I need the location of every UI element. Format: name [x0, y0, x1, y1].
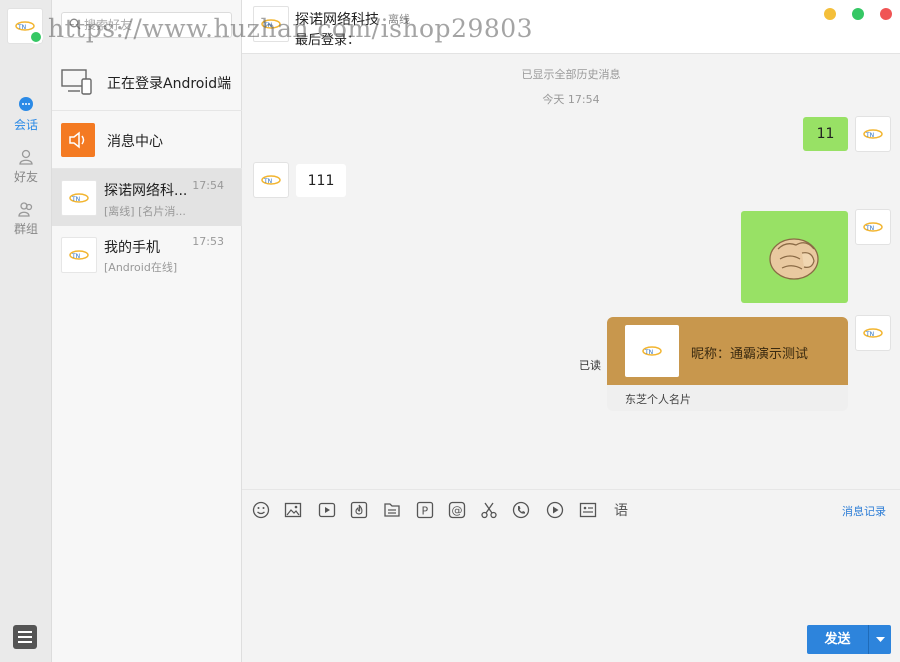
peer-status-tag: 离线	[388, 13, 410, 26]
company-logo-icon: TN	[261, 19, 281, 29]
conversation-preview: [Android在线]	[104, 261, 178, 274]
file-icon[interactable]	[381, 499, 403, 521]
svg-text:TN: TN	[865, 132, 874, 139]
read-receipt: 已读	[579, 359, 601, 372]
device-icon	[61, 69, 92, 95]
nav-item-groups[interactable]: 群组	[0, 200, 52, 237]
my-message-avatar: TN	[855, 116, 891, 152]
conversation-preview: [离线] [名片消...	[104, 205, 186, 218]
message-bubble-outgoing[interactable]: 11	[803, 117, 848, 151]
company-logo-icon: TN	[261, 175, 281, 185]
message-input[interactable]	[242, 530, 900, 618]
conversation-item-my-phone[interactable]: TN 我的手机 17:53 [Android在线]	[52, 226, 242, 283]
card-avatar: TN	[625, 325, 679, 377]
avatar: TN	[61, 237, 97, 273]
company-logo-icon: TN	[863, 222, 883, 232]
scissors-icon[interactable]	[478, 499, 500, 521]
svg-text:TN: TN	[71, 196, 80, 203]
business-card-message[interactable]: TN 昵称：通霸演示测试 东芝个人名片	[607, 317, 848, 411]
history-note: 已显示全部历史消息	[521, 68, 621, 81]
at-icon[interactable]: @	[446, 499, 468, 521]
emoji-icon[interactable]	[250, 499, 272, 521]
nav-label: 会话	[13, 118, 38, 132]
svg-text:TN: TN	[263, 22, 272, 29]
close-button[interactable]	[880, 8, 892, 20]
svg-text:@: @	[452, 504, 463, 517]
nav-item-friends[interactable]: 好友	[0, 148, 52, 185]
nav-label: 好友	[13, 170, 38, 184]
message-bubble-incoming[interactable]: 111	[296, 164, 346, 197]
image-icon[interactable]	[282, 499, 304, 521]
conversation-time: 17:54	[192, 179, 224, 192]
fire-icon[interactable]	[348, 499, 370, 521]
composer-toolbar: P @ 语 消息记录	[242, 489, 900, 529]
nav-item-conversations[interactable]: 会话	[0, 96, 52, 133]
message-history-link[interactable]: 消息记录	[842, 503, 886, 519]
conversation-item-tannuo[interactable]: TN 探诺网络科... 17:54 [离线] [名片消...	[52, 169, 242, 226]
nav-rail: TN 会话 好友 群组	[0, 0, 52, 662]
conversation-name: 消息中心	[107, 134, 163, 150]
my-message-avatar: TN	[855, 209, 891, 245]
parking-icon[interactable]: P	[414, 499, 436, 521]
conversation-item-android-login[interactable]: 正在登录Android端	[52, 54, 242, 111]
play-icon[interactable]	[544, 499, 566, 521]
svg-text:TN: TN	[71, 253, 80, 260]
svg-text:TN: TN	[865, 225, 874, 232]
speaker-icon	[61, 123, 95, 157]
card-icon[interactable]	[577, 499, 599, 521]
conversation-name: 正在登录Android端	[107, 76, 232, 92]
conversation-name: 探诺网络科...	[104, 183, 188, 199]
conversation-item-message-center[interactable]: 消息中心	[52, 111, 242, 169]
peer-avatar[interactable]: TN	[253, 6, 289, 42]
user-icon	[19, 149, 33, 165]
conversation-list: 正在登录Android端 消息中心 TN 探诺网络科... 17:54 [离线]…	[52, 0, 242, 662]
fist-emoji-icon	[768, 238, 819, 280]
company-logo-icon: TN	[69, 193, 89, 203]
minimize-button[interactable]	[824, 8, 836, 20]
online-status-dot	[29, 30, 43, 44]
last-login: 最后登录：	[295, 33, 361, 48]
card-footer: 东芝个人名片	[607, 385, 848, 411]
search-box[interactable]	[61, 12, 232, 38]
group-icon	[18, 202, 33, 217]
card-nickname: 昵称：通霸演示测试	[691, 347, 809, 362]
phone-icon[interactable]	[510, 499, 532, 521]
chat-header: TN 探诺网络科技 离线 最后登录：	[242, 0, 900, 54]
conversation-name: 我的手机	[104, 240, 160, 256]
svg-text:TN: TN	[865, 331, 874, 338]
send-button[interactable]: 发送	[807, 625, 891, 654]
main-menu-button[interactable]	[13, 625, 37, 649]
nav-label: 群组	[13, 222, 38, 236]
peer-message-avatar: TN	[253, 162, 289, 198]
svg-text:P: P	[422, 505, 429, 518]
chat-panel: TN 探诺网络科技 离线 最后登录： 已显示全部历史消息 今天 17:54 11…	[242, 0, 900, 662]
sticker-message[interactable]	[741, 211, 848, 303]
avatar: TN	[61, 180, 97, 216]
message-timestamp: 今天 17:54	[542, 93, 600, 106]
peer-name: 探诺网络科技	[295, 12, 379, 28]
svg-text:TN: TN	[17, 24, 26, 31]
maximize-button[interactable]	[852, 8, 864, 20]
conversation-time: 17:53	[192, 235, 224, 248]
search-icon	[69, 18, 81, 30]
send-label: 发送	[807, 625, 869, 654]
svg-text:TN: TN	[263, 178, 272, 185]
chat-bubble-icon	[19, 97, 33, 111]
search-input[interactable]	[84, 16, 224, 34]
my-message-avatar: TN	[855, 315, 891, 351]
card-body: TN 昵称：通霸演示测试	[607, 317, 848, 385]
company-logo-icon: TN	[863, 129, 883, 139]
svg-text:TN: TN	[644, 349, 653, 356]
voice-text-icon[interactable]: 语	[610, 499, 632, 521]
chevron-down-icon[interactable]	[869, 625, 891, 654]
company-logo-icon: TN	[69, 250, 89, 260]
company-logo-icon: TN	[863, 328, 883, 338]
video-icon[interactable]	[316, 499, 338, 521]
company-logo-icon: TN	[642, 346, 662, 356]
